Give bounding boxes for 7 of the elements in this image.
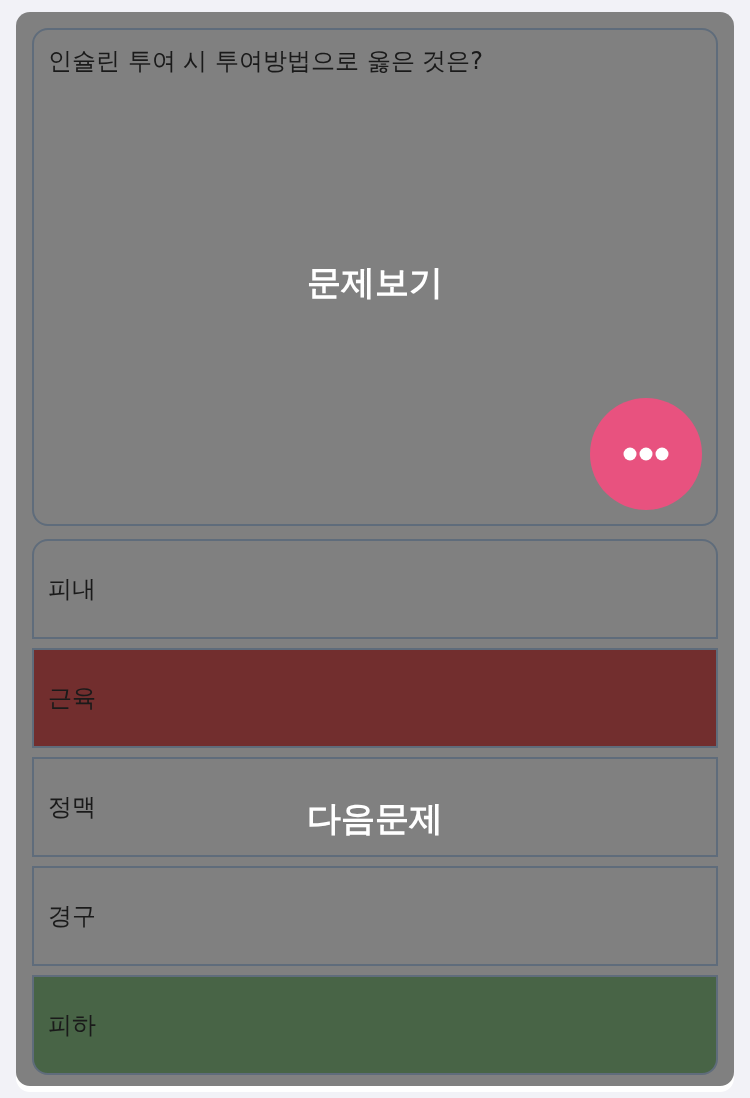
question-text: 인슐린 투여 시 투여방법으로 옳은 것은? — [48, 46, 484, 77]
answer-option[interactable]: 경구 — [32, 866, 718, 966]
show-question-label: 문제보기 — [307, 261, 443, 303]
next-question-label: 다음문제 — [307, 797, 443, 839]
more-icon — [623, 447, 669, 461]
answer-option[interactable]: 피하 — [32, 975, 718, 1075]
answer-option[interactable]: 피내 — [32, 539, 718, 639]
